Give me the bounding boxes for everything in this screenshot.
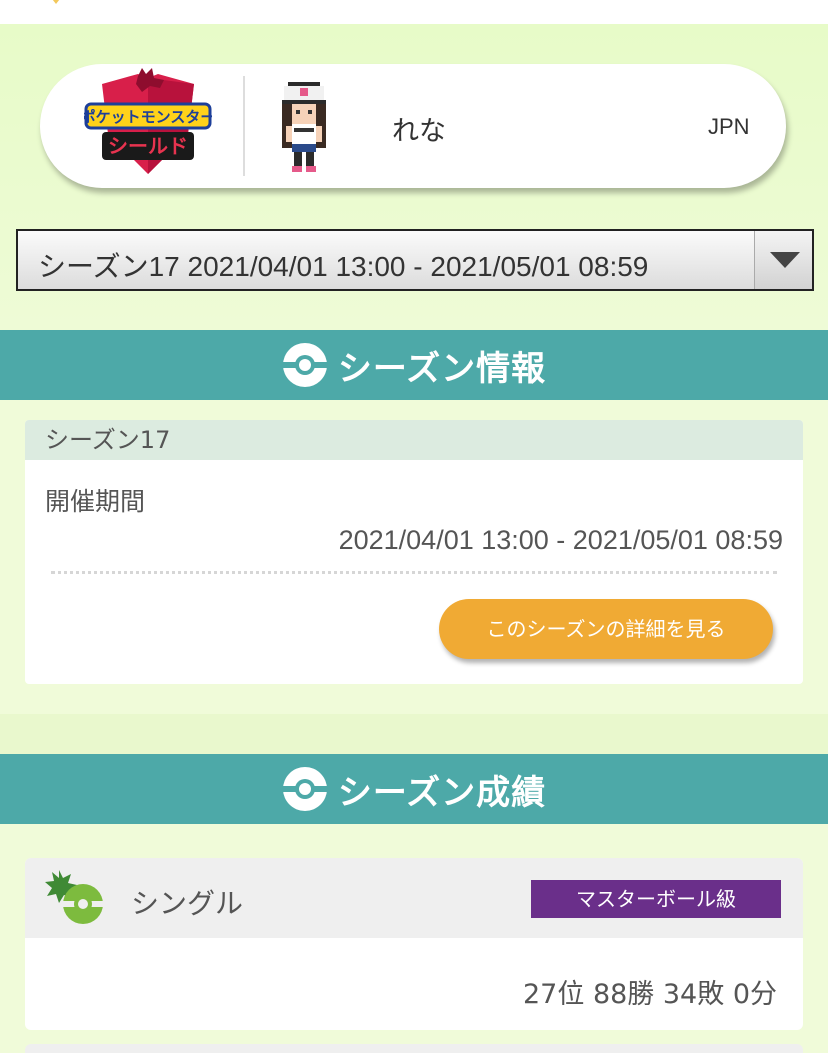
- period-label: 開催期間: [45, 487, 146, 516]
- site-logo-icon: [52, 0, 60, 4]
- rank-class-badge: マスターボール級: [531, 880, 781, 918]
- season-select-value: シーズン17 2021/04/01 13:00 - 2021/05/01 08:…: [38, 251, 649, 282]
- battle-type-label: シングル: [131, 887, 244, 920]
- single-battle-icon: [45, 870, 103, 924]
- svg-text:シールド: シールド: [108, 134, 188, 158]
- chevron-down-icon: [770, 252, 800, 268]
- top-bar: [0, 0, 828, 24]
- profile-card: ポケットモンスター シールド れな JPN: [40, 64, 786, 188]
- card-divider: [243, 76, 245, 176]
- season-detail-button[interactable]: このシーズンの詳細を見る: [439, 599, 773, 659]
- season-results-header: シーズン成績: [0, 754, 828, 824]
- dotted-divider: [51, 571, 777, 574]
- battle-record: 27位 88勝 34敗 0分: [523, 979, 777, 1010]
- player-name: れな: [392, 116, 446, 147]
- results-card-header: シングル マスターボール級: [25, 858, 803, 938]
- section-title: シーズン成績: [337, 772, 547, 813]
- section-title: シーズン情報: [337, 348, 547, 389]
- season-info-header: シーズン情報: [0, 330, 828, 400]
- section-spacer: [0, 714, 828, 754]
- next-results-card: [25, 1044, 803, 1053]
- season-info-card: シーズン17 開催期間 2021/04/01 13:00 - 2021/05/0…: [25, 420, 803, 684]
- pokemon-shield-logo: ポケットモンスター シールド: [84, 68, 212, 174]
- season-card-title: シーズン17: [25, 420, 803, 460]
- pokeball-icon: [282, 767, 327, 811]
- svg-text:ポケットモンスター: ポケットモンスター: [84, 108, 212, 126]
- season-select[interactable]: シーズン17 2021/04/01 13:00 - 2021/05/01 08:…: [16, 229, 814, 291]
- player-country: JPN: [708, 114, 750, 139]
- results-card: シングル マスターボール級 27位 88勝 34敗 0分: [25, 858, 803, 1030]
- period-value: 2021/04/01 13:00 - 2021/05/01 08:59: [338, 525, 783, 555]
- pokeball-icon: [282, 343, 327, 387]
- trainer-avatar: [282, 82, 326, 172]
- select-dropdown-button[interactable]: [754, 231, 812, 289]
